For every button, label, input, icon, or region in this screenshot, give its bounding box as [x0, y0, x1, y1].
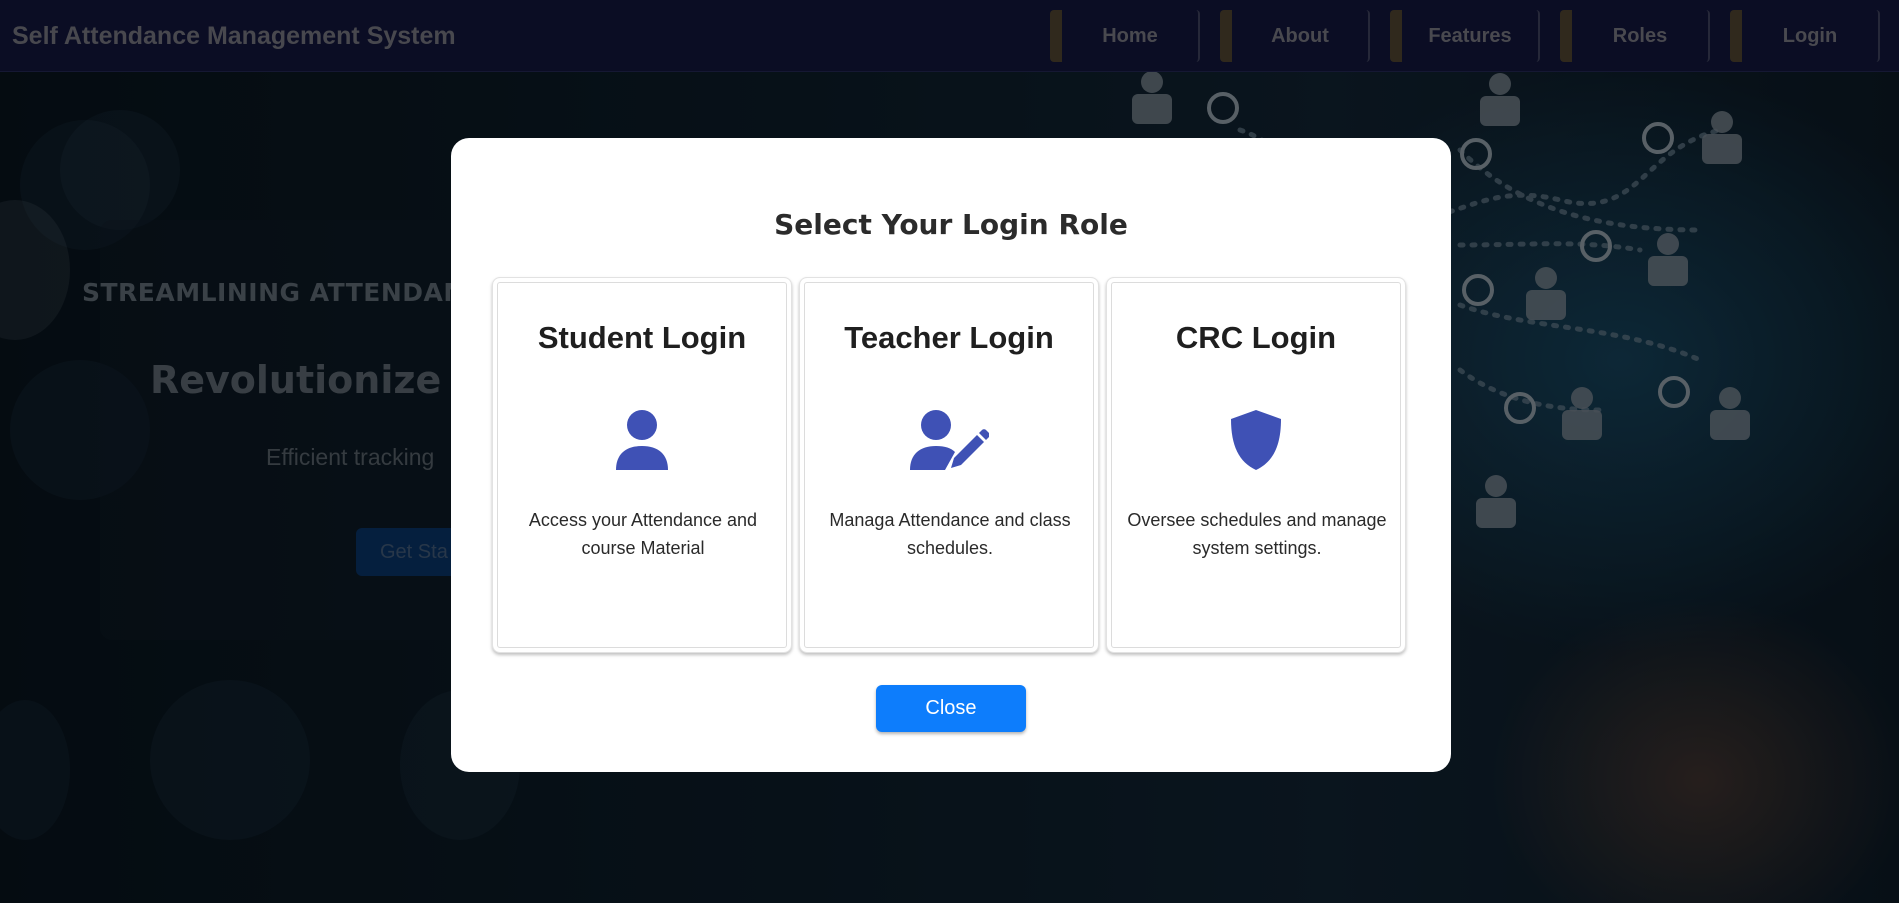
modal-title: Select Your Login Role [774, 208, 1128, 241]
card-description: Managa Attendance and class schedules. [829, 510, 1071, 558]
card-title: CRC Login [1175, 320, 1337, 355]
user-pen-icon [800, 408, 1098, 472]
card-description: Access your Attendance and course Materi… [528, 510, 758, 558]
shield-icon [1107, 408, 1405, 472]
close-button[interactable]: Close [876, 685, 1026, 732]
student-login-card[interactable]: Student Login Access your Attendance and… [492, 277, 792, 653]
card-title: Teacher Login [844, 320, 1054, 355]
card-description: Oversee schedules and manage system sett… [1127, 510, 1387, 558]
user-icon [493, 408, 791, 472]
teacher-login-card[interactable]: Teacher Login Managa Attendance and clas… [799, 277, 1099, 653]
login-role-modal: Select Your Login Role Student Login Acc… [451, 138, 1451, 772]
crc-login-card[interactable]: CRC Login Oversee schedules and manage s… [1106, 277, 1406, 653]
card-title: Student Login [537, 320, 747, 355]
